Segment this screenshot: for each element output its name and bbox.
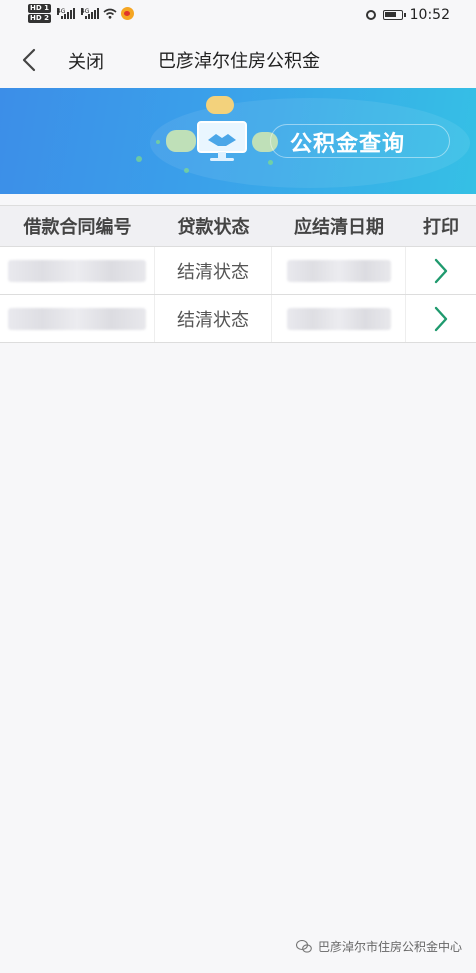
loan-status-cell: 结清状态 [155,247,272,294]
status-time: 10:52 [409,7,450,23]
settle-date-cell-redacted [272,247,406,294]
hd2-badge: HD 2 [28,14,51,23]
dot-decoration [268,160,273,165]
redacted-block [286,307,391,330]
query-banner: 公积金查询 [0,88,476,194]
dot-decoration [156,140,160,144]
wechat-icon [295,940,312,953]
nav-bar: 关闭 巴彦淖尔住房公积金 [0,32,476,88]
table-row: 结清状态 [0,247,476,295]
status-bar: HD 1 HD 2 4G 4G 10:52 [0,0,476,32]
status-bar-left: HD 1 HD 2 4G 4G [28,4,134,23]
alarm-icon [365,10,376,20]
status-bar-right: 10:52 [365,7,450,23]
hd-indicators: HD 1 HD 2 [28,4,51,23]
contract-no-cell-redacted [0,247,155,294]
cloud-top-decoration [206,96,234,114]
close-button[interactable]: 关闭 [68,48,104,74]
contract-no-cell-redacted [0,295,155,342]
battery-icon [382,10,406,20]
hd1-badge: HD 1 [28,4,51,13]
watermark: 巴彦淖尔市住房公积金中心 [295,938,462,955]
chevron-right-icon[interactable] [432,305,450,333]
chevron-left-icon[interactable] [14,44,46,76]
settle-date-cell-redacted [272,295,406,342]
table-row: 结清状态 [0,295,476,343]
redacted-block [8,307,146,330]
loan-status-cell: 结清状态 [155,295,272,342]
monitor-handshake-icon [197,121,247,161]
dot-decoration [136,156,142,162]
net2-label: 4G [80,8,90,15]
table-header: 借款合同编号 贷款状态 应结清日期 打印 [0,206,476,247]
redacted-block [286,259,391,282]
header-loan-status: 贷款状态 [177,217,250,238]
header-print: 打印 [423,217,459,238]
page-title: 巴彦淖尔住房公积金 [158,51,320,72]
watermark-text: 巴彦淖尔市住房公积金中心 [317,940,462,954]
banner-title: 公积金查询 [290,132,406,157]
print-cell [406,247,476,294]
print-cell [406,295,476,342]
header-settle-date: 应结清日期 [294,217,384,238]
weibo-icon [120,7,134,20]
cloud-left-decoration [166,130,196,152]
signal-1-icon: 4G [56,8,75,19]
net1-label: 4G [56,8,66,15]
header-contract-no: 借款合同编号 [23,217,132,238]
redacted-block [8,259,146,282]
dot-decoration [184,168,189,173]
signal-2-icon: 4G [80,8,99,19]
chevron-right-icon[interactable] [432,257,450,285]
loan-table: 借款合同编号 贷款状态 应结清日期 打印 结清状态 结清状态 [0,205,476,343]
wifi-icon [103,8,117,19]
